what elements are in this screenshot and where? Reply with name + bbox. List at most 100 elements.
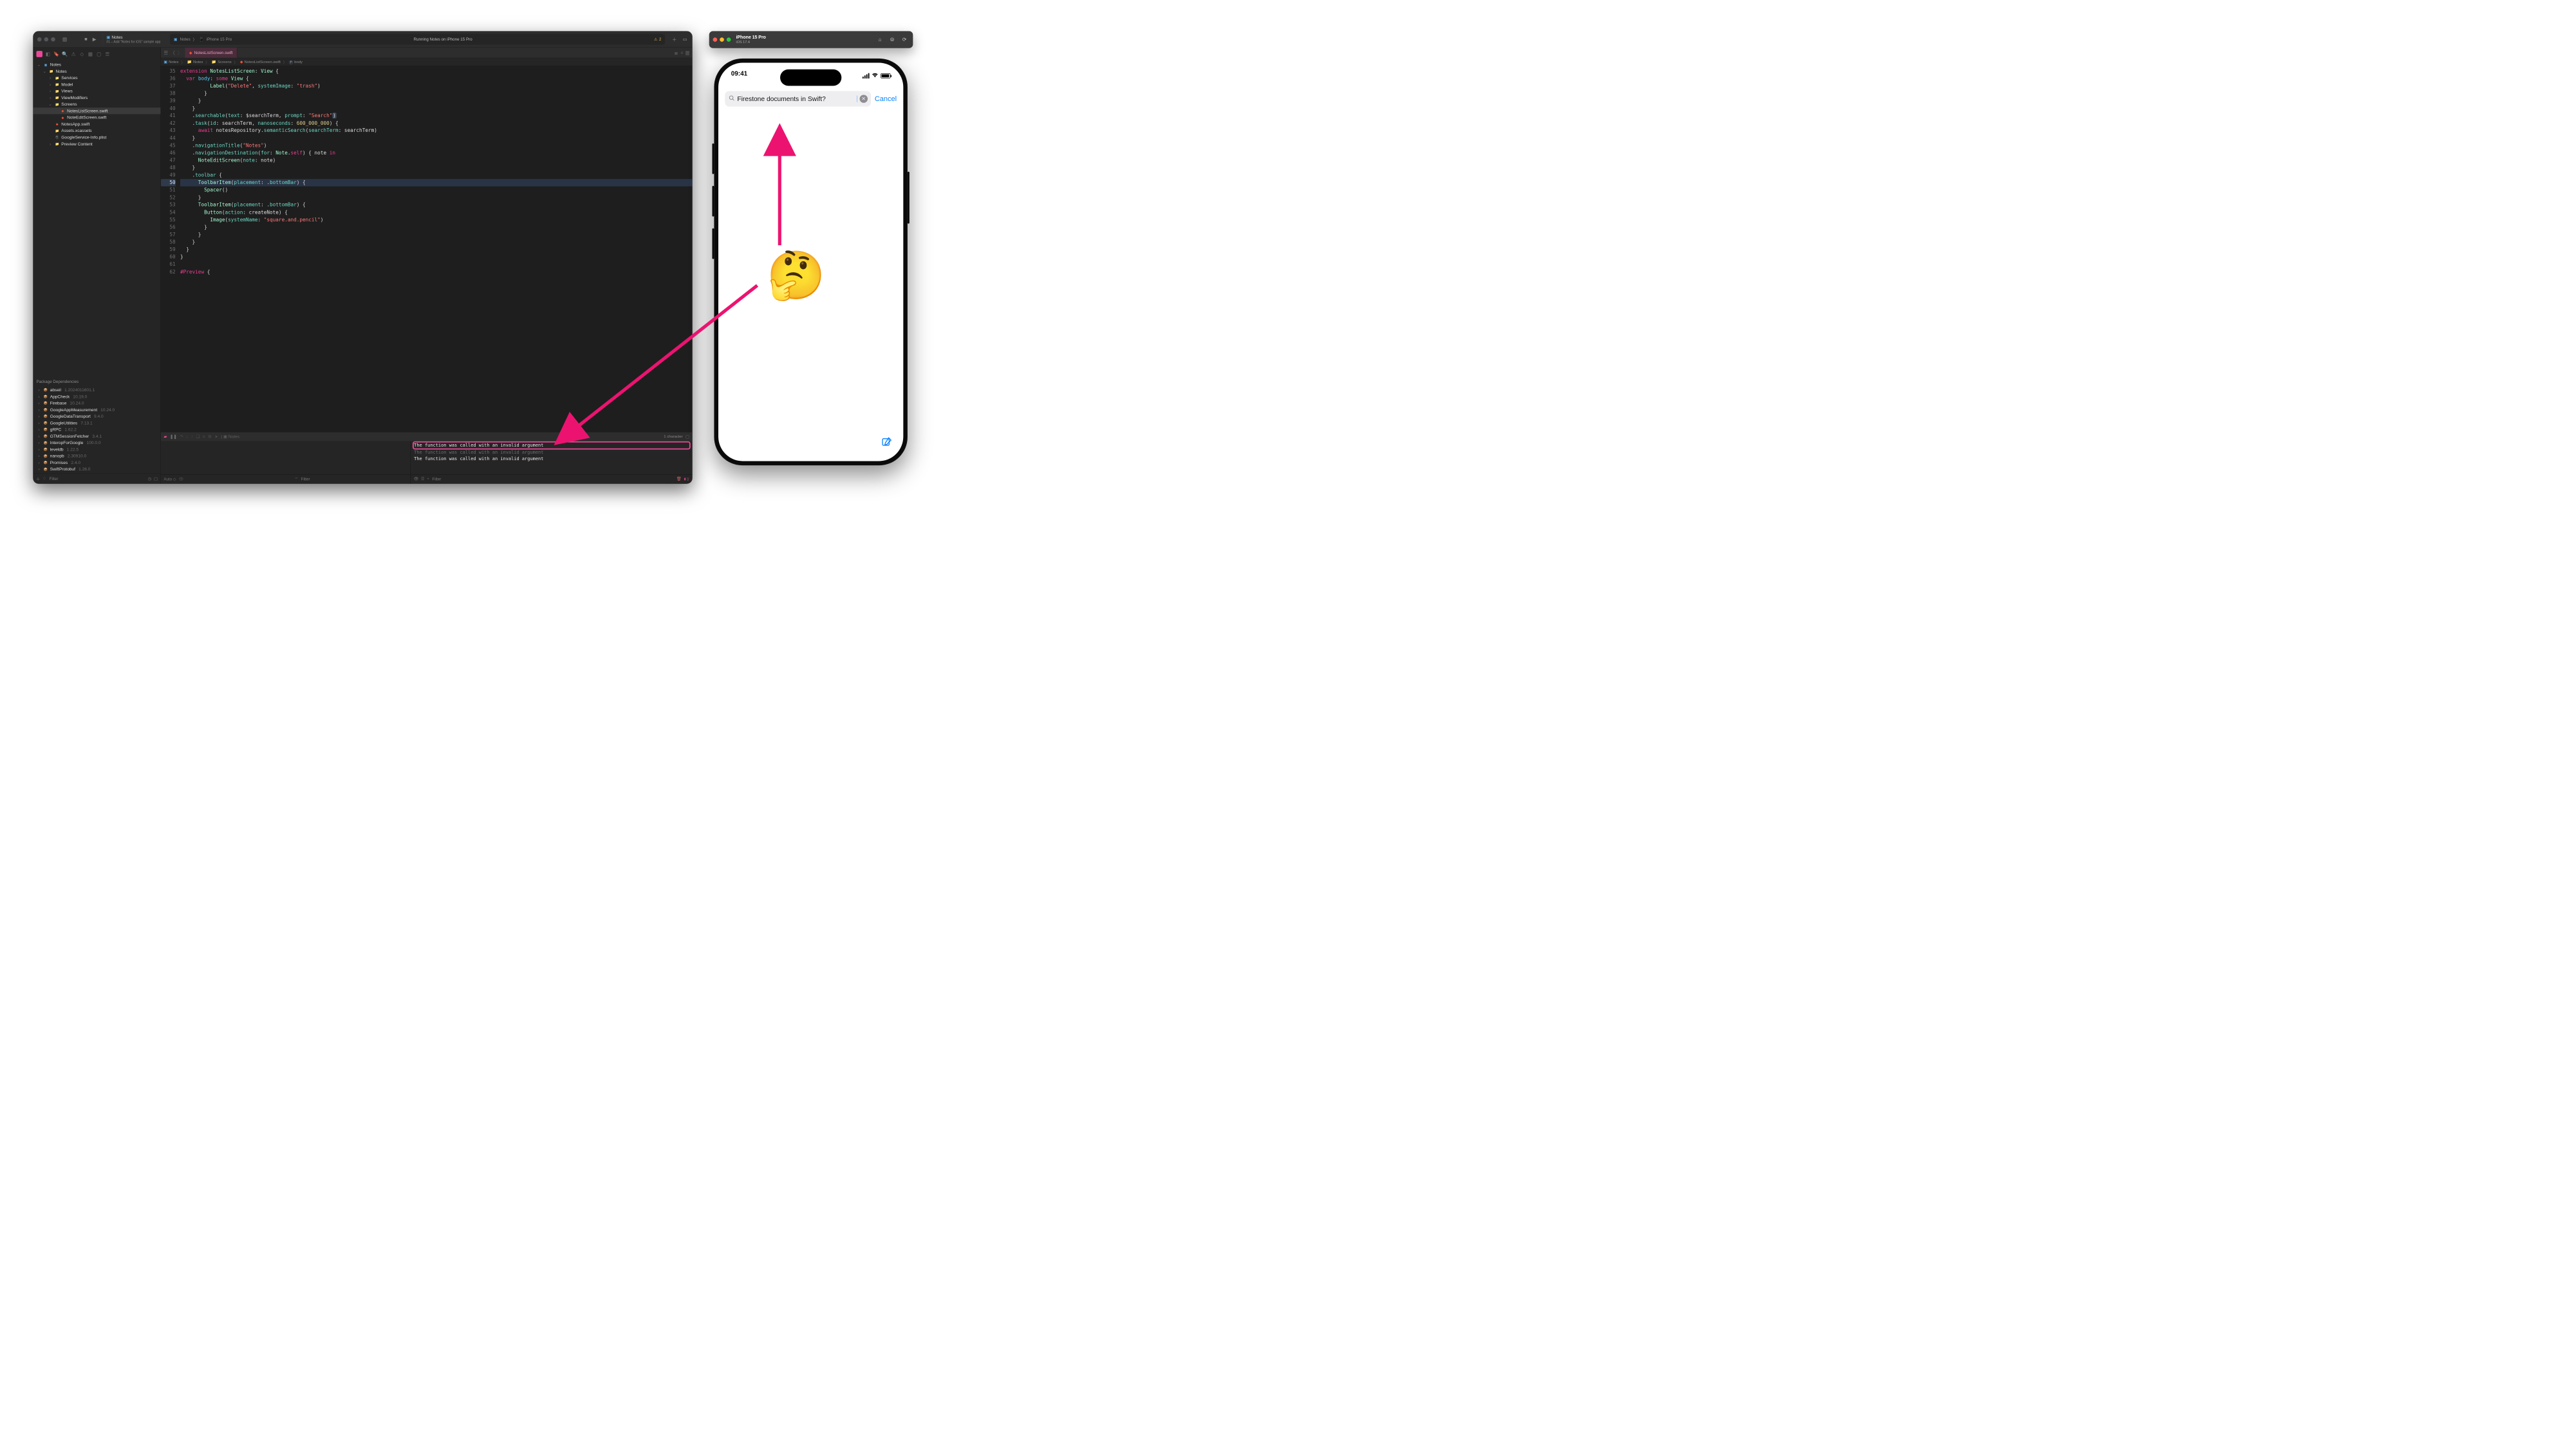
- recent-files-icon[interactable]: ◷: [148, 476, 152, 481]
- disclosure-chevron-icon[interactable]: ›: [36, 440, 41, 445]
- code-line[interactable]: }: [180, 97, 693, 105]
- code-line[interactable]: }: [180, 89, 693, 97]
- code-line[interactable]: [180, 261, 693, 268]
- disclosure-chevron-icon[interactable]: ⌄: [36, 62, 41, 68]
- sim-zoom-dot[interactable]: [727, 37, 731, 42]
- code-line[interactable]: ToolbarItem(placement: .bottomBar) {: [180, 201, 693, 209]
- sim-minimize-dot[interactable]: [720, 37, 724, 42]
- code-line[interactable]: #Preview {: [180, 268, 693, 276]
- code-line[interactable]: Image(systemName: "square.and.pencil"): [180, 216, 693, 224]
- code-line[interactable]: extension NotesListScreen: View {: [180, 68, 693, 75]
- code-line[interactable]: .task(id: searchTerm, nanoseconds: 600_0…: [180, 120, 693, 127]
- console-filter-input[interactable]: [432, 477, 674, 482]
- bookmark-navigator-icon[interactable]: 🔖: [53, 51, 60, 57]
- disclosure-chevron-icon[interactable]: ›: [48, 82, 53, 87]
- disclosure-chevron-icon[interactable]: ›: [36, 401, 41, 406]
- code-line[interactable]: ToolbarItem(placement: .bottomBar) {: [180, 179, 693, 187]
- code-line[interactable]: NoteEditScreen(note: note): [180, 156, 693, 164]
- vars-view-icon[interactable]: 👁: [178, 477, 183, 481]
- search-field[interactable]: Firestone documents in Swift? ✕: [725, 91, 871, 106]
- disclosure-chevron-icon[interactable]: ›: [36, 467, 41, 472]
- tree-row[interactable]: ◆NoteEditScreen.swift: [33, 114, 160, 120]
- cancel-button[interactable]: Cancel: [875, 95, 897, 102]
- assistant-toggle-icon[interactable]: ▥: [685, 50, 689, 55]
- package-deps-list[interactable]: ›📦abseil1.2024011601.1›📦AppCheck10.19.0›…: [33, 385, 160, 473]
- tree-row[interactable]: ⌄📁Screens: [33, 101, 160, 107]
- line-number[interactable]: 40: [161, 105, 176, 113]
- line-number[interactable]: 54: [161, 209, 176, 216]
- code-editor[interactable]: 3536373839404142434445464748495051525354…: [161, 66, 693, 432]
- code-line[interactable]: }: [180, 231, 693, 239]
- window-traffic-lights[interactable]: [37, 37, 55, 42]
- source-control-navigator-icon[interactable]: ◧: [45, 51, 51, 57]
- tree-row[interactable]: ⌄📁Notes: [33, 68, 160, 75]
- code-line[interactable]: }: [180, 238, 693, 246]
- sidebar-toggle-icon[interactable]: ▥: [61, 36, 68, 42]
- toggle-nav-icon[interactable]: ☰: [163, 50, 168, 55]
- vars-scope-selector[interactable]: Auto ◇: [163, 477, 176, 481]
- disclosure-chevron-icon[interactable]: ›: [36, 394, 41, 399]
- disclosure-chevron-icon[interactable]: ›: [36, 427, 41, 432]
- debug-navigator-icon[interactable]: ▦: [88, 51, 94, 57]
- line-number[interactable]: 51: [161, 187, 176, 194]
- package-row[interactable]: ›📦abseil1.2024011601.1: [33, 387, 160, 393]
- code-line[interactable]: }: [180, 246, 693, 254]
- line-number[interactable]: 62: [161, 268, 176, 276]
- step-out-icon[interactable]: ↑: [191, 434, 193, 440]
- add-tab-icon[interactable]: ＋: [671, 36, 678, 42]
- line-number[interactable]: 47: [161, 156, 176, 164]
- line-number[interactable]: 60: [161, 253, 176, 261]
- report-navigator-icon[interactable]: ☰: [104, 51, 111, 57]
- package-row[interactable]: ›📦InteropForGoogle100.0.0: [33, 440, 160, 446]
- line-number[interactable]: 50: [161, 179, 176, 187]
- zoom-dot[interactable]: [51, 37, 55, 42]
- step-into-icon[interactable]: ↓: [186, 434, 188, 440]
- code-line[interactable]: var body: some View {: [180, 75, 693, 82]
- vars-filter-icon[interactable]: ⌔: [294, 477, 298, 482]
- pause-icon[interactable]: ❚❚: [170, 434, 177, 440]
- code-line[interactable]: .navigationTitle("Notes"): [180, 142, 693, 149]
- code-line[interactable]: }: [180, 194, 693, 201]
- vars-filter-input[interactable]: [301, 477, 407, 482]
- clear-search-icon[interactable]: ✕: [859, 95, 867, 102]
- line-number[interactable]: 48: [161, 164, 176, 172]
- tree-row[interactable]: ›📁Views: [33, 88, 160, 94]
- line-number[interactable]: 35: [161, 68, 176, 75]
- sim-close-dot[interactable]: [713, 37, 718, 42]
- disclosure-chevron-icon[interactable]: ›: [48, 142, 53, 147]
- env-overrides-icon[interactable]: ⚙︎: [208, 434, 212, 440]
- sim-screenshot-icon[interactable]: ⦾: [888, 35, 897, 44]
- disclosure-chevron-icon[interactable]: ›: [36, 434, 41, 439]
- tree-row[interactable]: ›📁Services: [33, 75, 160, 81]
- tree-row[interactable]: ›📁Model: [33, 81, 160, 88]
- add-target-icon[interactable]: ＋: [36, 476, 41, 482]
- code-line[interactable]: await notesRepository.semanticSearch(sea…: [180, 127, 693, 135]
- line-gutter[interactable]: 3536373839404142434445464748495051525354…: [161, 66, 178, 432]
- line-number[interactable]: 52: [161, 194, 176, 201]
- line-number[interactable]: 58: [161, 238, 176, 246]
- disclosure-chevron-icon[interactable]: ›: [48, 75, 53, 80]
- line-number[interactable]: 46: [161, 149, 176, 157]
- code-line[interactable]: .navigationDestination(for: Note.self) {…: [180, 149, 693, 157]
- console-line[interactable]: The function was called with an invalid …: [414, 442, 689, 449]
- tree-row[interactable]: ◆NotesListScreen.swift: [33, 107, 160, 114]
- minimap-toggle-icon[interactable]: ≣: [674, 50, 678, 55]
- run-button[interactable]: ▶: [91, 36, 97, 42]
- variables-pane[interactable]: Auto ◇ 👁 ⌔: [161, 441, 411, 483]
- stop-button[interactable]: ■: [82, 36, 89, 42]
- code-line[interactable]: .toolbar {: [180, 171, 693, 179]
- code-line[interactable]: }: [180, 223, 693, 231]
- warnings-badge[interactable]: ⚠︎ 2: [654, 37, 661, 41]
- code-line[interactable]: Label("Delete", systemImage: "trash"): [180, 82, 693, 90]
- sim-rotate-icon[interactable]: ⟳: [900, 35, 910, 44]
- package-row[interactable]: ›📦leveldb1.22.5: [33, 446, 160, 452]
- code-content[interactable]: extension NotesListScreen: View { var bo…: [178, 66, 693, 432]
- tree-row[interactable]: 📁Assets.xcassets: [33, 127, 160, 134]
- history-back-icon[interactable]: 〈: [171, 50, 175, 57]
- project-tree[interactable]: ⌄▣Notes⌄📁Notes›📁Services›📁Model›📁Views›📁…: [33, 60, 160, 376]
- test-navigator-icon[interactable]: ◇: [79, 51, 85, 57]
- package-row[interactable]: ›📦GTMSessionFetcher3.4.1: [33, 433, 160, 440]
- disclosure-chevron-icon[interactable]: ⌄: [48, 102, 53, 107]
- line-number[interactable]: 41: [161, 112, 176, 120]
- toggle-breakpoints-icon[interactable]: ▰: [163, 434, 167, 440]
